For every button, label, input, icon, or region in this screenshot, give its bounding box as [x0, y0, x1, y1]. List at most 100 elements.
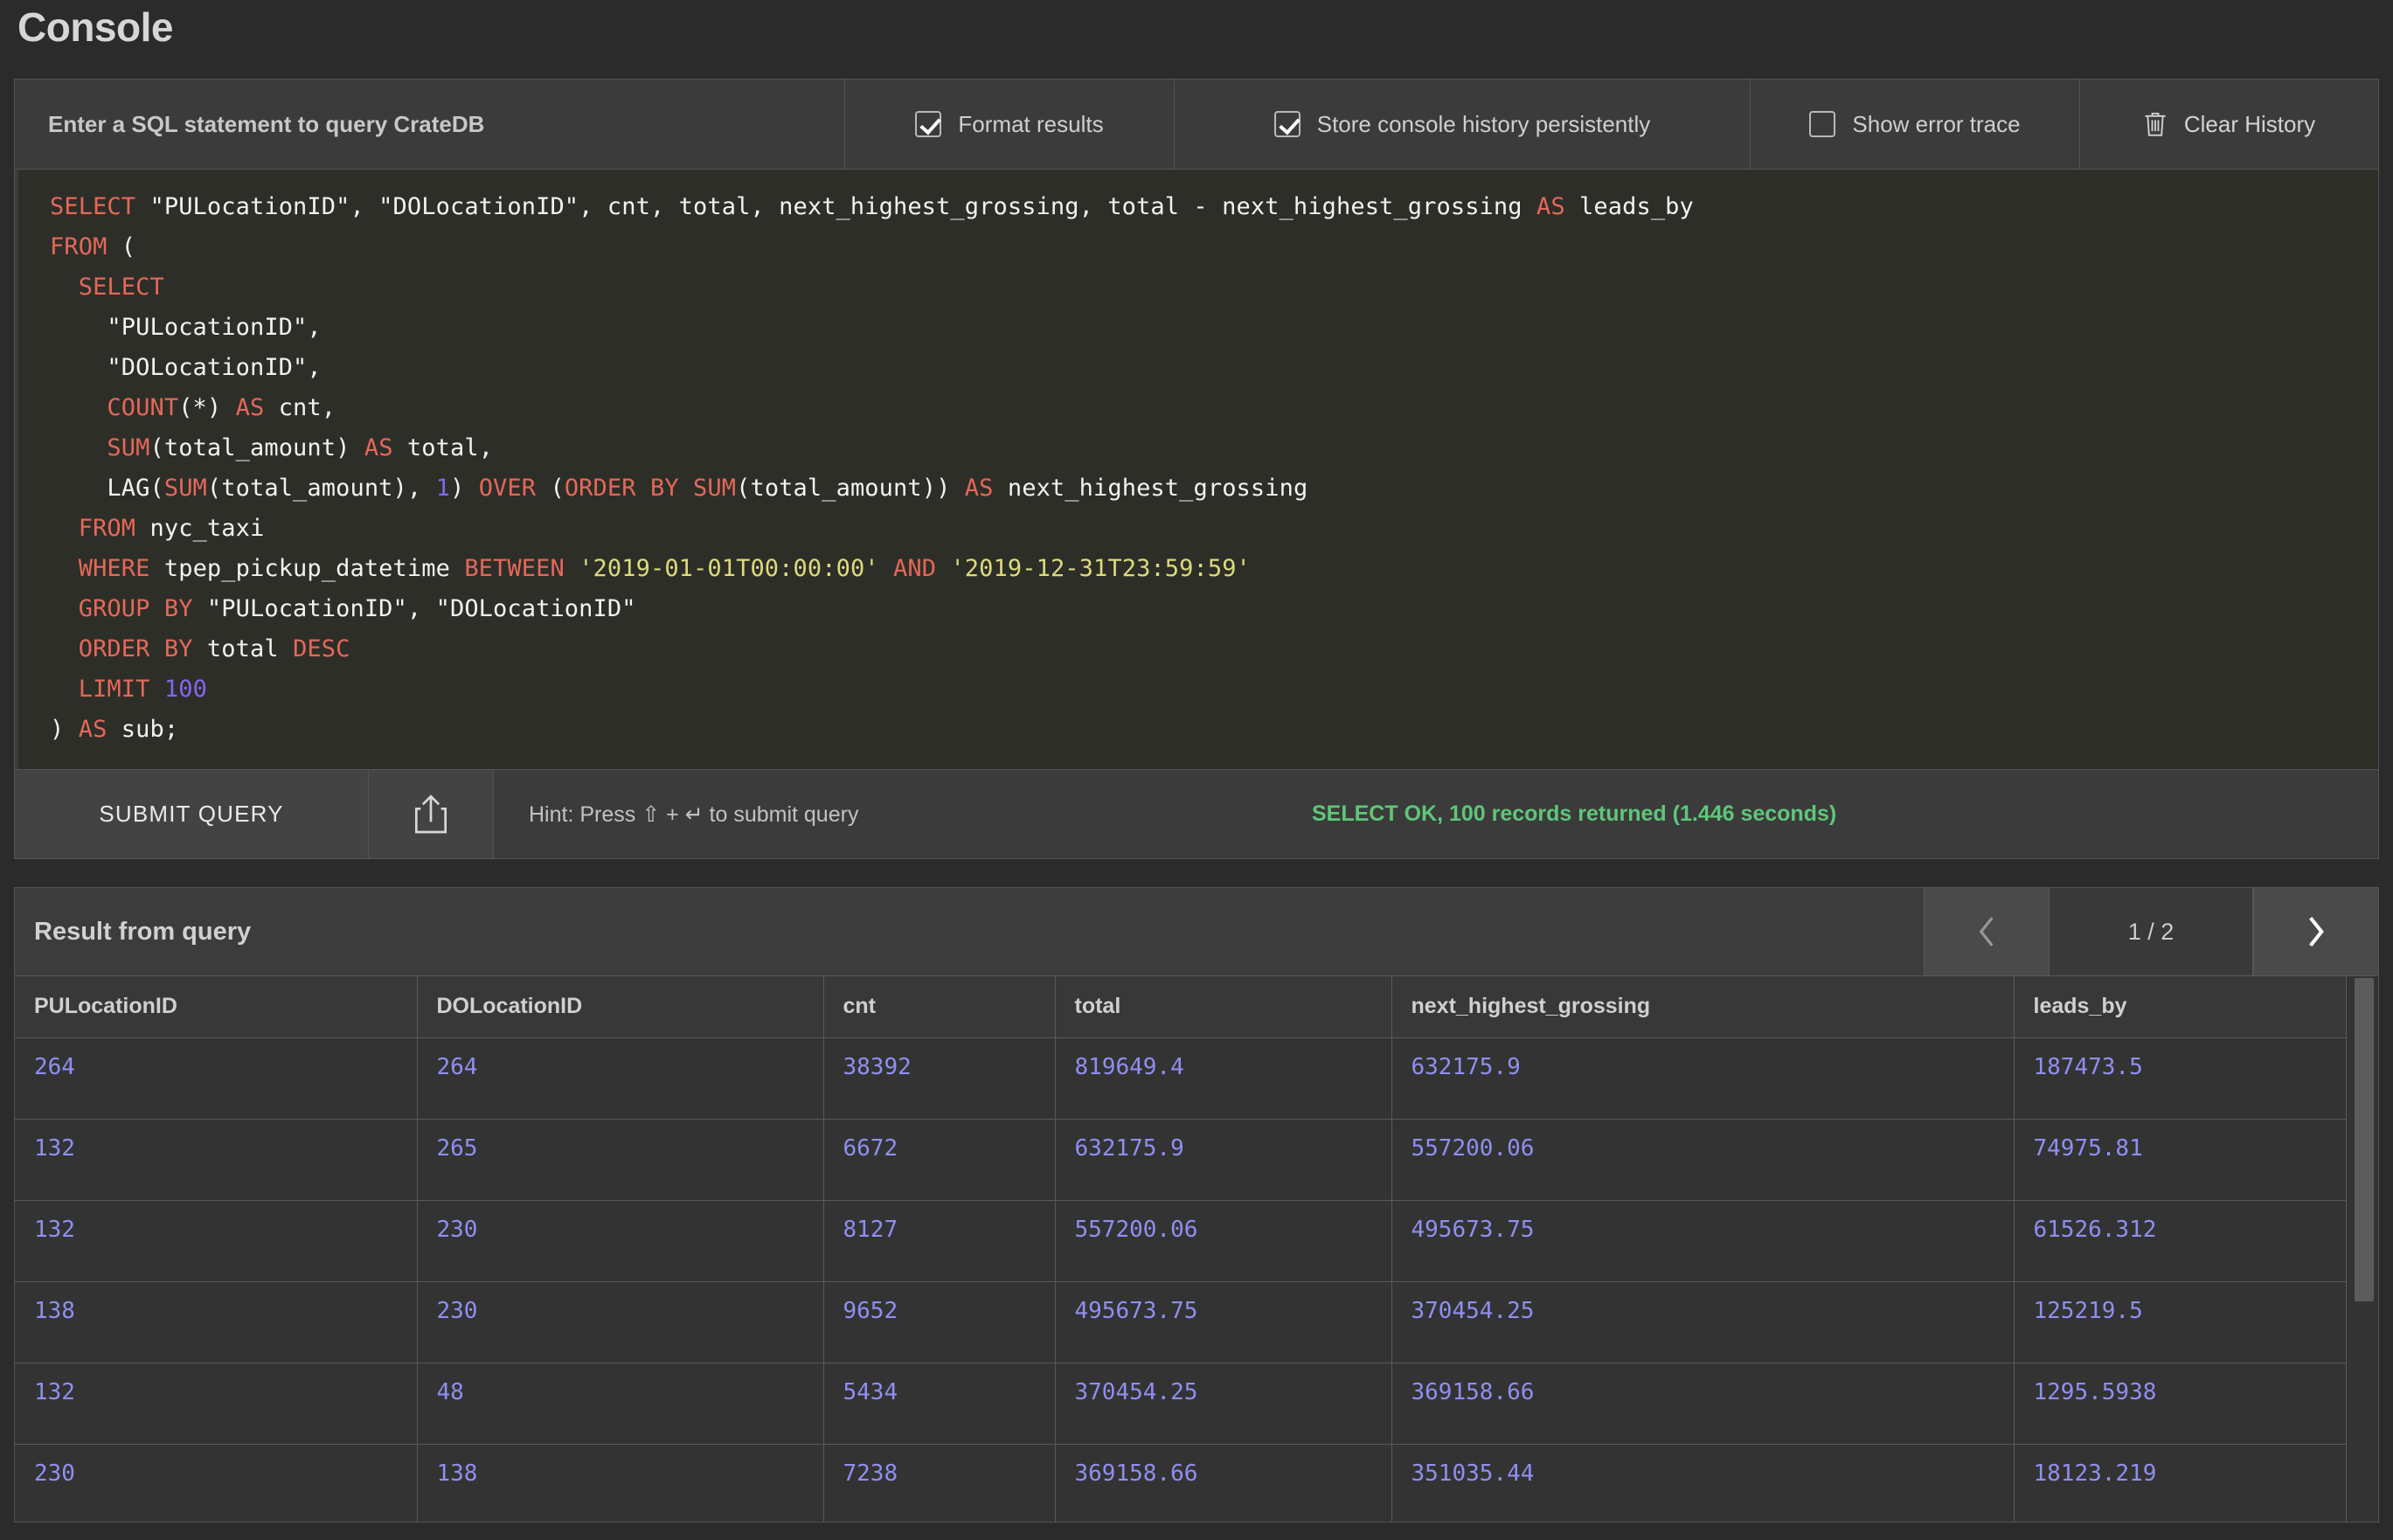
sql-token: SELECT	[50, 193, 136, 220]
pagination-next-button[interactable]	[2253, 888, 2378, 975]
table-cell: 632175.9	[1391, 1037, 2015, 1120]
submit-query-button[interactable]: SUBMIT QUERY	[15, 770, 369, 858]
column-header-dolocationid[interactable]: DOLocationID	[417, 976, 824, 1038]
sql-line: "DOLocationID",	[50, 348, 2378, 388]
table-cell: 230	[417, 1281, 824, 1363]
sql-prompt-label: Enter a SQL statement to query CrateDB	[15, 80, 845, 169]
sql-token: )	[50, 716, 79, 743]
table-cell: 9652	[823, 1281, 1056, 1363]
sql-token: OVER	[478, 475, 537, 502]
table-row: 132 265 6672 632175.9 557200.06 74975.81	[15, 1119, 2347, 1201]
sql-token: total	[192, 635, 294, 662]
sql-token: "PULocationID",	[50, 314, 322, 341]
table-cell: 819649.4	[1055, 1037, 1392, 1120]
table-cell: 132	[15, 1363, 418, 1445]
sql-editor-code[interactable]: SELECT "PULocationID", "DOLocationID", c…	[15, 187, 2378, 750]
table-body: 264 264 38392 819649.4 632175.9 187473.5 132 26…	[15, 1037, 2347, 1522]
sql-line: "PULocationID",	[50, 308, 2378, 348]
sql-token: LIMIT	[78, 676, 150, 703]
sql-token: SELECT	[78, 274, 164, 301]
sql-token: AS	[364, 434, 393, 461]
sql-token: WHERE	[78, 555, 150, 582]
sql-editor[interactable]: SELECT "PULocationID", "DOLocationID", c…	[15, 169, 2378, 769]
column-header-leads-by[interactable]: leads_by	[2014, 976, 2347, 1038]
sql-token: "PULocationID", "DOLocationID", cnt, tot…	[135, 193, 1536, 220]
sql-token: FROM	[50, 233, 108, 260]
table-cell: 125219.5	[2014, 1281, 2347, 1363]
sql-token: AND	[893, 555, 937, 582]
sql-token: sub;	[107, 716, 179, 743]
show-error-trace-checkbox[interactable]: Show error trace	[1751, 80, 2080, 169]
table-cell: 265	[417, 1119, 824, 1201]
sql-token: AS	[1536, 193, 1565, 220]
table-cell: 495673.75	[1391, 1200, 2015, 1282]
table-cell: 138	[417, 1444, 824, 1522]
sql-token: '2019-01-01T00:00:00'	[579, 555, 879, 582]
table-cell: 48	[417, 1363, 824, 1445]
column-header-total[interactable]: total	[1055, 976, 1392, 1038]
sql-token: leads_by	[1564, 193, 1694, 220]
sql-line: ORDER BY total DESC	[50, 629, 2378, 669]
sql-token: SUM	[693, 475, 737, 502]
sql-line: ) AS sub;	[50, 710, 2378, 750]
sql-token: next_highest_grossing	[993, 475, 1308, 502]
sql-line: SUM(total_amount) AS total,	[50, 428, 2378, 468]
sql-token: nyc_taxi	[135, 515, 265, 542]
column-header-next-highest-grossing[interactable]: next_highest_grossing	[1391, 976, 2015, 1038]
table-cell: 132	[15, 1200, 418, 1282]
console-toolbar: Enter a SQL statement to query CrateDB F…	[15, 80, 2378, 169]
sql-token: '2019-12-31T23:59:59'	[950, 555, 1251, 582]
table-cell: 61526.312	[2014, 1200, 2347, 1282]
result-title: Result from query	[34, 917, 252, 946]
results-vertical-scrollbar[interactable]	[2355, 978, 2374, 1301]
sql-line: WHERE tpep_pickup_datetime BETWEEN '2019…	[50, 549, 2378, 589]
table-cell: 370454.25	[1055, 1363, 1392, 1445]
sql-token: "DOLocationID",	[50, 354, 322, 381]
column-header-pulocationid[interactable]: PULocationID	[15, 976, 418, 1038]
table-cell: 18123.219	[2014, 1444, 2347, 1522]
table-cell: 7238	[823, 1444, 1056, 1522]
table-cell: 264	[15, 1037, 418, 1120]
table-cell: 5434	[823, 1363, 1056, 1445]
sql-token: AS	[235, 394, 265, 421]
query-status: SELECT OK, 100 records returned (1.446 s…	[1312, 801, 1837, 826]
format-results-checkbox[interactable]: Format results	[845, 80, 1175, 169]
table-cell: 495673.75	[1055, 1281, 1392, 1363]
result-header: Result from query 1 / 2	[15, 888, 2378, 975]
store-history-checkbox-box[interactable]	[1273, 111, 1301, 137]
sql-token: (*)	[178, 394, 236, 421]
sql-token: (total_amount)	[149, 434, 364, 461]
trash-icon	[2145, 112, 2166, 136]
table-row: 230 138 7238 369158.66 351035.44 18123.219	[15, 1444, 2347, 1522]
table-row: 138 230 9652 495673.75 370454.25 125219.5	[15, 1281, 2347, 1363]
table-cell: 264	[417, 1037, 824, 1120]
show-error-trace-checkbox-box[interactable]	[1809, 111, 1836, 137]
sql-line: FROM (	[50, 227, 2378, 267]
table-cell: 369158.66	[1055, 1444, 1392, 1522]
share-query-button[interactable]	[369, 770, 494, 858]
share-upload-icon	[415, 794, 447, 833]
table-cell: 187473.5	[2014, 1037, 2347, 1120]
console-page: Console Enter a SQL statement to query C…	[0, 0, 2393, 1540]
sql-token: SUM	[163, 475, 207, 502]
sql-token: ORDER BY	[78, 635, 193, 662]
table-cell: 8127	[823, 1200, 1056, 1282]
table-cell: 74975.81	[2014, 1119, 2347, 1201]
store-history-checkbox[interactable]: Store console history persistently	[1175, 80, 1751, 169]
table-header-row: PULocationID DOLocationID cnt total next…	[15, 976, 2347, 1038]
format-results-checkbox-box[interactable]	[915, 111, 942, 137]
clear-history-button[interactable]: Clear History	[2080, 80, 2378, 169]
sql-line: LAG(SUM(total_amount), 1) OVER (ORDER BY…	[50, 468, 2378, 509]
sql-token: cnt,	[264, 394, 336, 421]
sql-token: (	[107, 233, 136, 260]
pagination-prev-button[interactable]	[1924, 888, 2049, 975]
chevron-left-icon	[1979, 917, 1994, 947]
column-header-cnt[interactable]: cnt	[823, 976, 1056, 1038]
sql-token: "PULocationID", "DOLocationID"	[192, 595, 636, 622]
